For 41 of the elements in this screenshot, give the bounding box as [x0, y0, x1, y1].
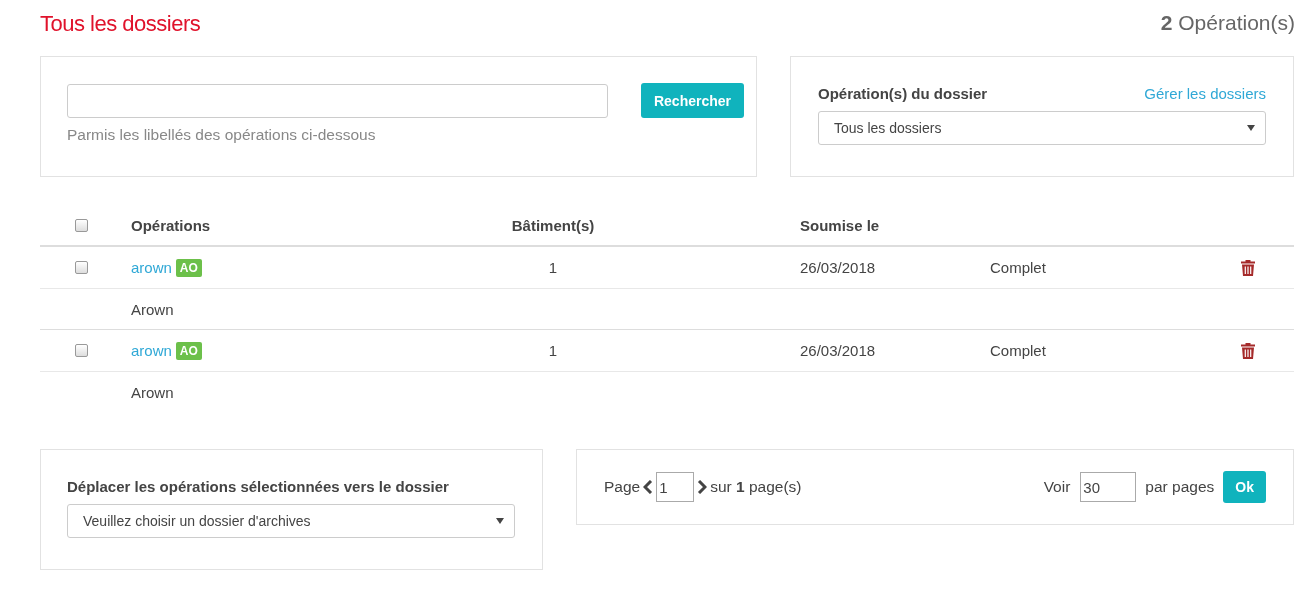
operation-tag: AO	[175, 341, 202, 360]
caret-icon	[496, 518, 504, 524]
column-header: Opérations	[130, 216, 212, 234]
page-title: Tous les dossiers	[40, 10, 201, 37]
search-field[interactable]	[67, 83, 608, 118]
table-cell: 26/03/2018	[800, 259, 876, 276]
folder-filter-label: Opération(s) du dossier	[818, 85, 988, 102]
per-page-field[interactable]: 30	[1080, 472, 1137, 502]
table-cell: 1	[548, 259, 558, 276]
row-checkbox[interactable]	[74, 344, 88, 357]
ok-button[interactable]: Ok	[1223, 471, 1266, 503]
column-header: Bâtiment(s)	[510, 216, 596, 234]
table-cell: 26/03/2018	[800, 342, 876, 359]
operation-count: 2 Opération(s)	[1160, 11, 1295, 35]
trash-icon[interactable]	[1241, 259, 1255, 276]
operation-description: Arown	[131, 300, 174, 318]
table-cell: Complet	[990, 342, 1046, 359]
search-hint: Parmis les libellés des opérations ci-dessous	[67, 126, 377, 144]
column-header: Soumise le	[799, 216, 881, 234]
previous-page-icon[interactable]	[643, 480, 654, 494]
page-label: Page	[604, 478, 641, 496]
page-total: sur 1 page(s)	[710, 478, 802, 496]
manage-folders-link[interactable]: Gérer les dossiers	[1144, 85, 1266, 102]
show-label: Voir	[1043, 478, 1071, 496]
search-button[interactable]: Rechercher	[640, 83, 744, 118]
select-all-checkbox[interactable]	[74, 218, 88, 232]
table-cell: Complet	[990, 259, 1046, 276]
folder-select[interactable]: Tous les dossiers	[818, 111, 1266, 145]
per-page-label: par pages	[1145, 478, 1215, 496]
move-label: Déplacer les opérations sélectionnées vers le dossier	[67, 478, 450, 495]
row-checkbox[interactable]	[74, 261, 88, 274]
caret-icon	[1247, 125, 1255, 131]
table-cell: 1	[548, 342, 558, 359]
operation-link[interactable]: arown	[131, 342, 172, 359]
archive-folder-select[interactable]: Veuillez choisir un dossier d'archives	[67, 504, 515, 538]
page-field[interactable]: 1	[656, 472, 695, 502]
operation-link[interactable]: arown	[131, 259, 172, 276]
trash-icon[interactable]	[1241, 342, 1255, 359]
next-page-icon[interactable]	[697, 480, 708, 494]
operation-tag: AO	[175, 258, 202, 277]
operation-description: Arown	[131, 383, 174, 401]
